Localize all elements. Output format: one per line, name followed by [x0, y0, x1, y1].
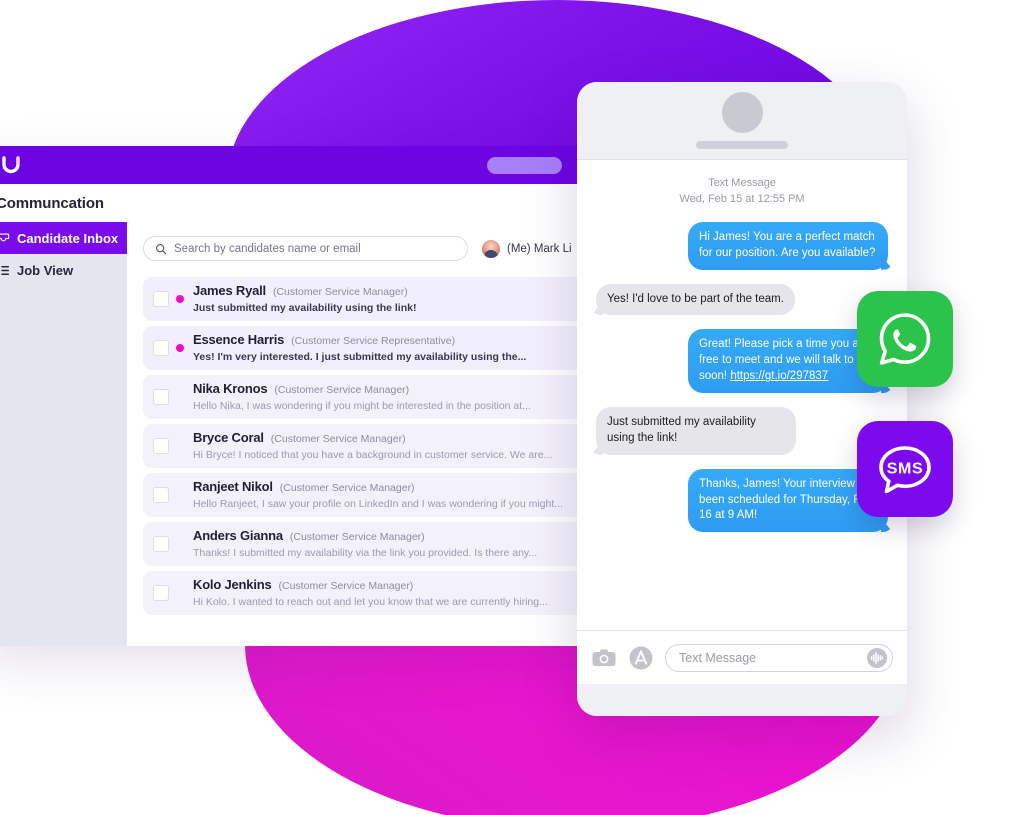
phone-home-area — [577, 684, 907, 716]
row-checkbox[interactable] — [153, 291, 169, 307]
list-icon — [0, 263, 10, 277]
candidate-role: (Customer Service Manager) — [272, 285, 408, 298]
phone-conversation-header — [577, 82, 907, 160]
row-checkbox[interactable] — [153, 487, 169, 503]
candidate-name: Kolo Jenkins — [193, 576, 272, 592]
message-link[interactable]: https://gt.io/297837 — [730, 370, 828, 382]
thread-type-label: Text Message — [708, 177, 776, 189]
candidate-role: (Customer Service Manager) — [274, 383, 410, 396]
u-logo-icon[interactable] — [0, 154, 22, 176]
inbox-icon — [0, 231, 10, 245]
candidate-role: (Customer Service Manager) — [278, 579, 414, 592]
candidate-name: Bryce Coral — [193, 429, 264, 445]
candidate-role: (Customer Service Manager) — [289, 530, 425, 543]
audio-waveform-icon[interactable] — [866, 647, 888, 669]
phone-mockup: Text Message Wed, Feb 15 at 12:55 PM Hi … — [577, 82, 907, 716]
unread-indicator — [176, 344, 184, 352]
candidate-name: Nika Kronos — [193, 380, 268, 396]
message-snippet: Hello Ranjeet, I saw your profile on Lin… — [193, 497, 564, 510]
titlebar-pill — [487, 157, 562, 174]
sidebar: Candidate Inbox Job View — [0, 222, 127, 646]
message-text: Just submitted my availability using the… — [607, 416, 756, 444]
camera-icon[interactable] — [591, 645, 617, 671]
current-user-label: (Me) Mark Li — [507, 242, 572, 255]
message-snippet: Thanks! I submitted my availability via … — [193, 546, 538, 559]
candidate-role: (Customer Service Manager) — [270, 432, 406, 445]
unread-indicator — [176, 295, 184, 303]
message-bubble-outgoing: Hi James! You are a perfect match for ou… — [688, 221, 888, 270]
candidate-name: Anders Gianna — [193, 527, 283, 543]
candidate-role: (Customer Service Manager) — [279, 481, 415, 494]
candidate-name: James Ryall — [193, 282, 266, 298]
search-icon — [155, 243, 167, 255]
thread-meta: Text Message Wed, Feb 15 at 12:55 PM — [591, 176, 893, 208]
search-input[interactable] — [174, 242, 456, 255]
message-input[interactable] — [679, 650, 866, 665]
sms-icon[interactable]: SMS — [857, 421, 953, 517]
row-checkbox[interactable] — [153, 536, 169, 552]
message-snippet: Yes! I'm very interested. I just submitt… — [193, 350, 527, 363]
candidate-name: Essence Harris — [193, 331, 285, 347]
current-user-chip[interactable]: (Me) Mark Li — [482, 239, 572, 258]
candidate-role: (Customer Service Representative) — [291, 334, 456, 347]
page-title: Communcation — [0, 194, 104, 212]
sidebar-item-candidate-inbox[interactable]: Candidate Inbox — [0, 222, 127, 254]
sidebar-item-job-view[interactable]: Job View — [0, 254, 127, 286]
contact-name-placeholder — [696, 141, 788, 149]
app-store-icon[interactable] — [628, 645, 654, 671]
avatar — [482, 239, 500, 258]
row-checkbox[interactable] — [153, 389, 169, 405]
whatsapp-icon[interactable] — [857, 291, 953, 387]
row-checkbox[interactable] — [153, 585, 169, 601]
message-text: Hi James! You are a perfect match for ou… — [699, 230, 876, 259]
contact-avatar — [721, 92, 763, 133]
message-bubble-incoming: Just submitted my availability using the… — [596, 407, 796, 455]
message-bubble-incoming: Yes! I'd love to be part of the team. — [596, 283, 795, 316]
message-composer — [577, 630, 907, 684]
message-snippet: Hi Bryce! I noticed that you have a back… — [193, 448, 553, 461]
message-text: Yes! I'd love to be part of the team. — [607, 292, 784, 305]
row-checkbox[interactable] — [153, 340, 169, 356]
message-thread: Text Message Wed, Feb 15 at 12:55 PM Hi … — [577, 160, 907, 630]
message-snippet: Just submitted my availability using the… — [193, 301, 417, 314]
message-input-wrapper[interactable] — [665, 643, 893, 672]
sidebar-item-label: Job View — [17, 262, 74, 278]
sidebar-item-label: Candidate Inbox — [17, 230, 119, 246]
message-snippet: Hello Nika, I was wondering if you might… — [193, 399, 531, 412]
candidate-name: Ranjeet Nikol — [193, 478, 273, 494]
svg-text:SMS: SMS — [887, 461, 923, 478]
screenshot-stage: Communcation Candidate Inbox Job View Se… — [0, 0, 1024, 815]
message-text: Thanks, James! Your interview has been s… — [699, 477, 877, 522]
row-checkbox[interactable] — [153, 438, 169, 454]
search-box[interactable] — [143, 236, 468, 261]
message-snippet: Hi Kolo. I wanted to reach out and let y… — [193, 595, 548, 608]
thread-timestamp: Wed, Feb 15 at 12:55 PM — [679, 192, 805, 205]
